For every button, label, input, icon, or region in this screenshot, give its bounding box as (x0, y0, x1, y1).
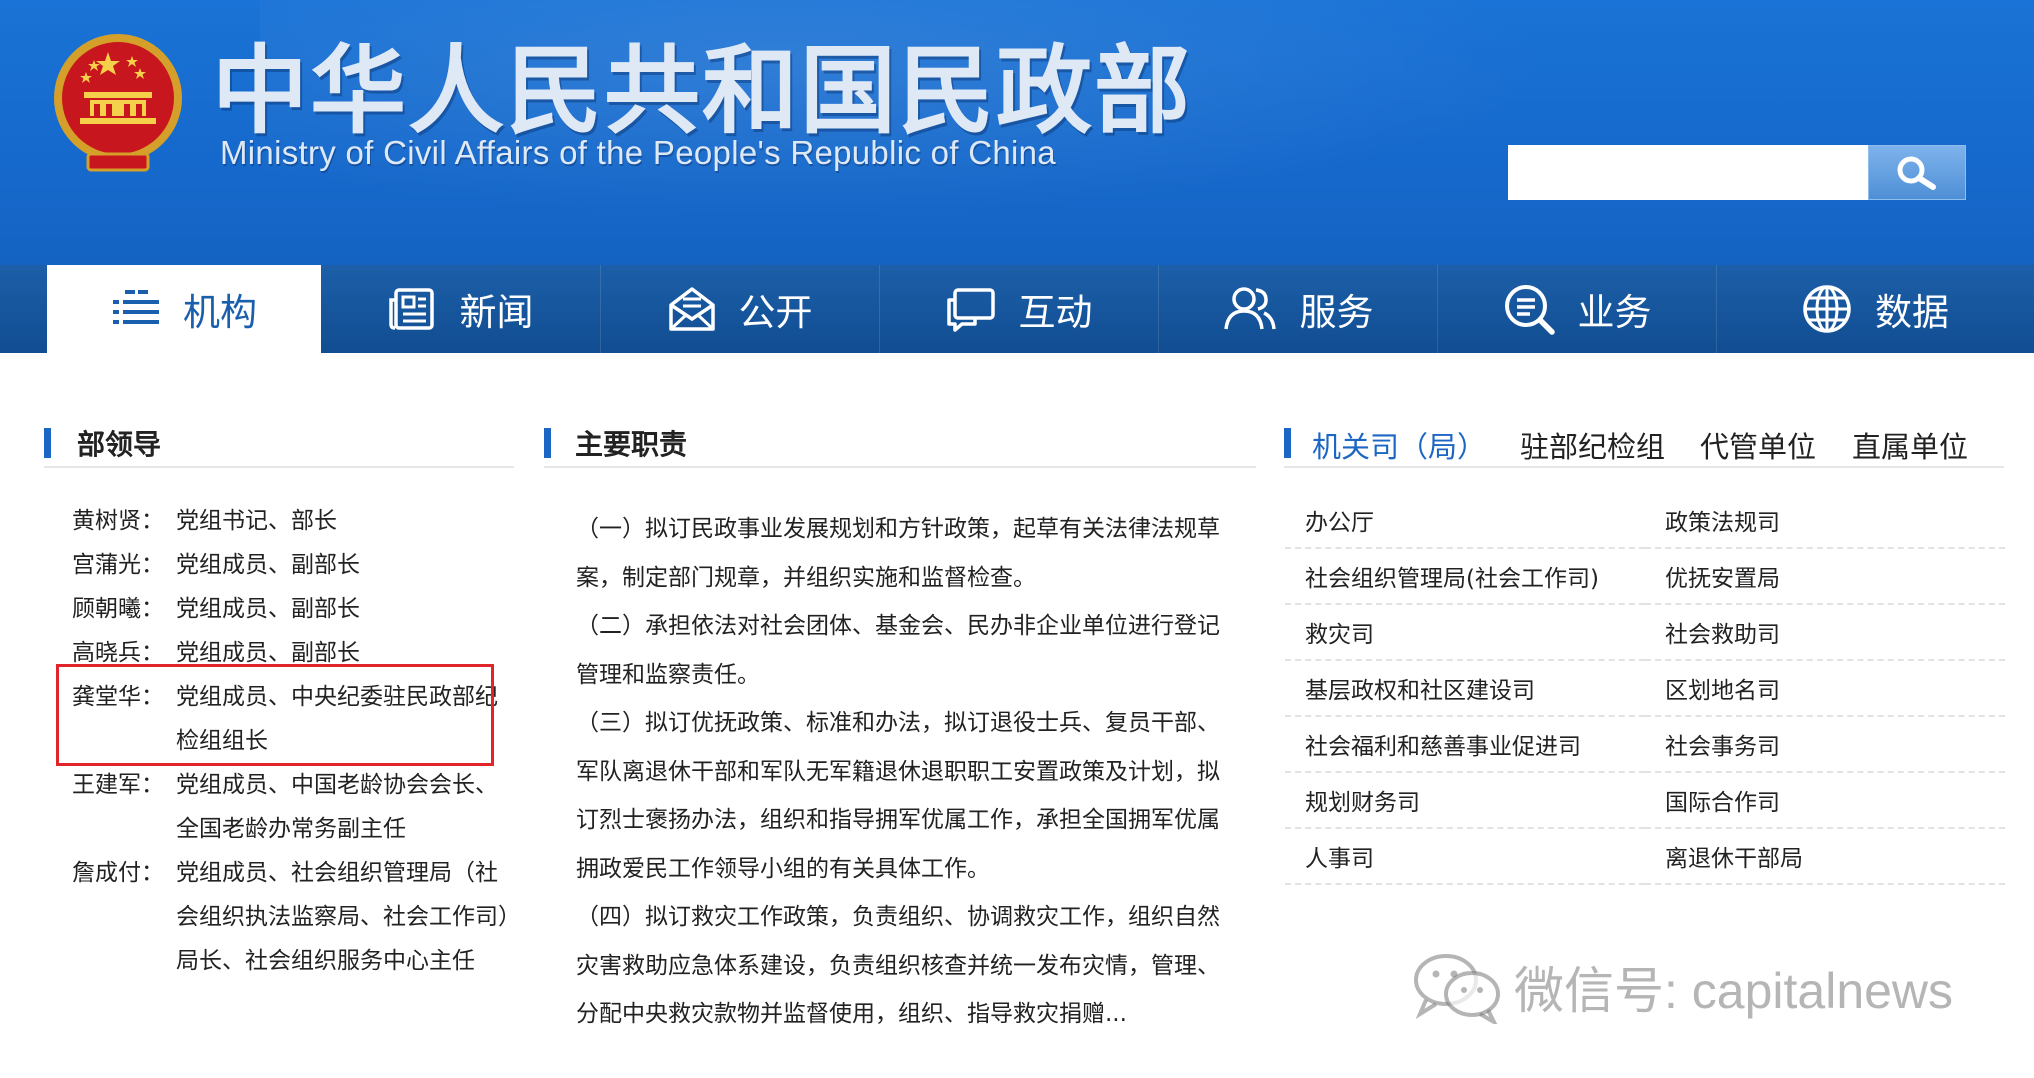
leader-name: 黄树贤： (72, 508, 164, 534)
nav-item-public[interactable]: 公开 (600, 265, 880, 353)
wechat-icon (1414, 954, 1500, 1024)
watermark-text: 微信号: capitalnews (1514, 963, 1954, 1019)
org-list-icon (113, 290, 159, 324)
department-link[interactable]: 救灾司 (1285, 605, 1645, 661)
nav-label: 业务 (1577, 291, 1652, 334)
tab-bureaus[interactable]: 机关司（局） (1312, 424, 1486, 466)
people-icon (1223, 287, 1276, 330)
duties-title: 主要职责 (575, 428, 688, 461)
search-doc-icon (1504, 285, 1555, 335)
department-link[interactable]: 人事司 (1285, 829, 1645, 885)
leader-role: 党组成员、中国老龄协会会长、全国老龄办常务副主任 (176, 772, 498, 842)
department-link[interactable]: 社会事务司 (1645, 717, 2005, 773)
search-input[interactable] (1508, 145, 1868, 200)
department-link[interactable]: 社会救助司 (1645, 605, 2005, 661)
department-link[interactable]: 社会福利和慈善事业促进司 (1285, 717, 1645, 773)
department-link[interactable]: 国际合作司 (1645, 773, 2005, 829)
leader-row: 王建军： 党组成员、中国老龄协会会长、全国老龄办常务副主任 (72, 763, 512, 851)
search-button[interactable] (1868, 145, 1966, 200)
nav-label: 公开 (738, 291, 813, 334)
site-title-english: Ministry of Civil Affairs of the People'… (220, 134, 1056, 171)
leader-row: 宫蒲光： 党组成员、副部长 (72, 543, 512, 587)
nav-label: 服务 (1299, 291, 1374, 334)
department-tabs: 机关司（局） 驻部纪检组 代管单位 直属单位 (1284, 420, 2004, 470)
list-item: 救灾司 社会救助司 (1285, 605, 2005, 661)
leader-name: 宫蒲光： (72, 552, 164, 578)
list-item: 社会组织管理局(社会工作司) 优抚安置局 (1285, 549, 2005, 605)
list-item: 办公厅 政策法规司 (1285, 493, 2005, 549)
department-list: 办公厅 政策法规司 社会组织管理局(社会工作司) 优抚安置局 救灾司 社会救助司… (1285, 493, 2005, 885)
nav-item-business[interactable]: 业务 (1437, 265, 1717, 353)
news-icon (388, 288, 434, 330)
list-item: 基层政权和社区建设司 区划地名司 (1285, 661, 2005, 717)
leader-row: 黄树贤： 党组书记、部长 (72, 499, 512, 543)
watermark: 微信号: capitalnews (1410, 950, 1953, 1024)
duty-paragraph: （一）拟订民政事业发展规划和方针政策，起草有关法律法规草案，制定部门规章，并组织… (576, 516, 1220, 591)
department-link[interactable]: 政策法规司 (1645, 493, 2005, 549)
list-item: 人事司 离退休干部局 (1285, 829, 2005, 885)
list-item: 社会福利和慈善事业促进司 社会事务司 (1285, 717, 2005, 773)
leader-role: 党组成员、副部长 (176, 596, 360, 622)
tab-discipline-group[interactable]: 驻部纪检组 (1520, 424, 1665, 466)
chat-icon (946, 288, 995, 332)
leader-name: 顾朝曦： (72, 596, 164, 622)
department-link[interactable]: 基层政权和社区建设司 (1285, 661, 1645, 717)
site-title-chinese: 中华人民共和国民政部 (212, 35, 1192, 147)
section-marker (44, 428, 51, 458)
leaders-section-header: 部领导 (44, 420, 514, 468)
duties-text: （一）拟订民政事业发展规划和方针政策，起草有关法律法规草案，制定部门规章，并组织… (576, 505, 1226, 1039)
search-icon (1897, 156, 1936, 190)
nav-item-service[interactable]: 服务 (1158, 265, 1438, 353)
leader-name: 詹成付： (72, 860, 164, 886)
nav-label: 数据 (1875, 291, 1949, 334)
duty-paragraph: （四）拟订救灾工作政策，负责组织、协调救灾工作，组织自然灾害救助应急体系建设，负… (576, 904, 1220, 1027)
department-link[interactable]: 办公厅 (1285, 493, 1645, 549)
site-header: 中华人民共和国民政部 Ministry of Civil Affairs of … (0, 0, 2034, 265)
globe-icon (1803, 285, 1851, 333)
nav-item-news[interactable]: 新闻 (321, 265, 601, 353)
nav-item-interaction[interactable]: 互动 (879, 265, 1159, 353)
highlight-box (56, 664, 494, 766)
department-link[interactable]: 离退休干部局 (1645, 829, 2005, 885)
department-link[interactable]: 规划财务司 (1285, 773, 1645, 829)
leader-role: 党组成员、社会组织管理局（社会组织执法监察局、社会工作司）局长、社会组织服务中心… (176, 860, 510, 974)
department-link[interactable]: 社会组织管理局(社会工作司) (1285, 549, 1645, 605)
department-link[interactable]: 区划地名司 (1645, 661, 2005, 717)
duty-paragraph: （三）拟订优抚政策、标准和办法，拟订退役士兵、复员干部、军队离退休干部和军队无军… (576, 710, 1220, 882)
nav-label: 互动 (1018, 291, 1093, 334)
leader-row: 詹成付： 党组成员、社会组织管理局（社会组织执法监察局、社会工作司）局长、社会组… (72, 851, 512, 983)
duties-section-header: 主要职责 (544, 420, 1256, 468)
nav-label: 机构 (183, 291, 257, 334)
leader-role: 党组成员、副部长 (176, 552, 360, 578)
department-link[interactable]: 优抚安置局 (1645, 549, 2005, 605)
nav-item-organization[interactable]: 机构 (47, 265, 321, 353)
national-emblem-icon (54, 34, 182, 172)
nav-label: 新闻 (459, 291, 534, 334)
tab-affiliated-units[interactable]: 直属单位 (1852, 424, 1968, 466)
nav-item-data[interactable]: 数据 (1716, 265, 2034, 353)
leader-row: 顾朝曦： 党组成员、副部长 (72, 587, 512, 631)
list-item: 规划财务司 国际合作司 (1285, 773, 2005, 829)
mail-icon (668, 287, 715, 331)
duty-paragraph: （二）承担依法对社会团体、基金会、民办非企业单位进行登记管理和监察责任。 (576, 613, 1220, 688)
tab-managed-units[interactable]: 代管单位 (1700, 424, 1816, 466)
main-nav: 机构 新闻 公开 互动 服务 业务 数据 (0, 265, 2034, 353)
leader-name: 王建军： (72, 772, 164, 798)
section-marker (544, 428, 551, 458)
leader-role: 党组书记、部长 (176, 508, 337, 534)
leaders-title: 部领导 (77, 428, 162, 461)
